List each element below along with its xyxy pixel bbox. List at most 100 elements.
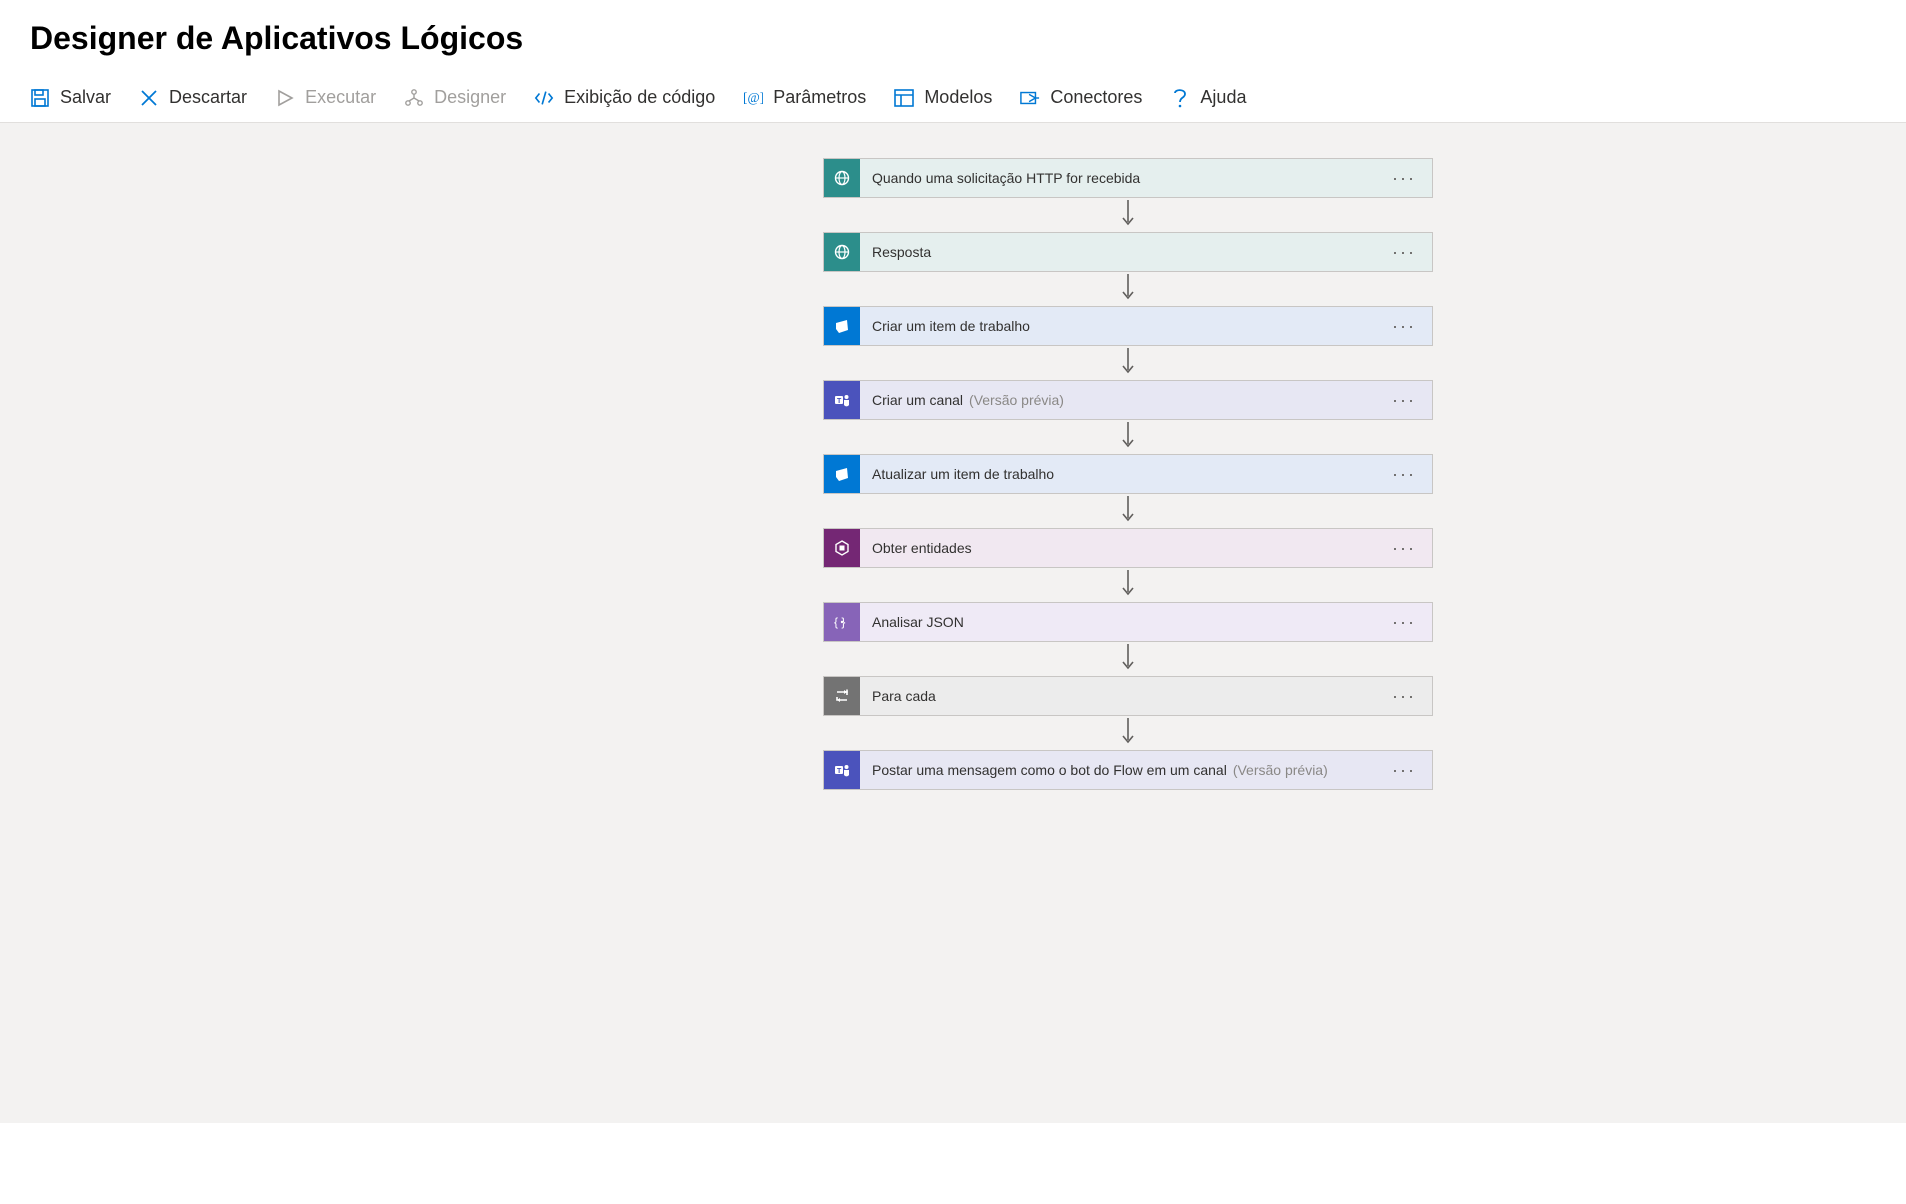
step-body: Para cada ···	[860, 677, 1432, 715]
step-preview-badge: (Versão prévia)	[1233, 762, 1328, 778]
workflow-step[interactable]: Quando uma solicitação HTTP for recebida…	[823, 158, 1433, 198]
workflow-step[interactable]: Resposta ···	[823, 232, 1433, 272]
http-request-icon	[824, 159, 860, 197]
help-icon	[1170, 88, 1190, 108]
flow-arrow-icon[interactable]	[1119, 272, 1137, 306]
parameters-label: Parâmetros	[773, 87, 866, 108]
step-label-wrap: Criar um canal (Versão prévia)	[872, 392, 1064, 408]
step-more-menu[interactable]: ···	[1388, 760, 1420, 781]
connectors-label: Conectores	[1050, 87, 1142, 108]
flow-arrow-icon[interactable]	[1119, 642, 1137, 676]
step-label-wrap: Obter entidades	[872, 540, 972, 556]
azure-devops-icon	[824, 455, 860, 493]
step-more-menu[interactable]: ···	[1388, 390, 1420, 411]
flow-arrow-icon[interactable]	[1119, 716, 1137, 750]
run-button: Executar	[275, 87, 376, 108]
step-label: Criar um canal	[872, 392, 963, 408]
workflow-step[interactable]: Criar um item de trabalho ···	[823, 306, 1433, 346]
svg-text:[@]: [@]	[743, 90, 763, 105]
step-label: Obter entidades	[872, 540, 972, 556]
flow-arrow-icon[interactable]	[1119, 346, 1137, 380]
templates-icon	[894, 88, 914, 108]
parameters-icon: [@]	[743, 88, 763, 108]
workflow-step[interactable]: Atualizar um item de trabalho ···	[823, 454, 1433, 494]
page-header: Designer de Aplicativos Lógicos	[0, 0, 1906, 67]
step-label: Criar um item de trabalho	[872, 318, 1030, 334]
step-body: Criar um canal (Versão prévia) ···	[860, 381, 1432, 419]
svg-text:{ }: { }	[834, 615, 845, 629]
save-icon	[30, 88, 50, 108]
designer-label: Designer	[434, 87, 506, 108]
step-body: Atualizar um item de trabalho ···	[860, 455, 1432, 493]
workflow-step[interactable]: T Postar uma mensagem como o bot do Flow …	[823, 750, 1433, 790]
save-button[interactable]: Salvar	[30, 87, 111, 108]
azure-devops-icon	[824, 307, 860, 345]
code-icon	[534, 88, 554, 108]
code-view-button[interactable]: Exibição de código	[534, 87, 715, 108]
flow-arrow-icon[interactable]	[1119, 568, 1137, 602]
step-more-menu[interactable]: ···	[1388, 612, 1420, 633]
flow-arrow-icon[interactable]	[1119, 420, 1137, 454]
step-more-menu[interactable]: ···	[1388, 686, 1420, 707]
workflow-step[interactable]: { } Analisar JSON ···	[823, 602, 1433, 642]
svg-text:T: T	[837, 768, 842, 775]
step-label-wrap: Para cada	[872, 688, 936, 704]
luis-icon	[824, 529, 860, 567]
teams-icon: T	[824, 381, 860, 419]
discard-icon	[139, 88, 159, 108]
designer-canvas[interactable]: Quando uma solicitação HTTP for recebida…	[0, 123, 1906, 1123]
step-body: Quando uma solicitação HTTP for recebida…	[860, 159, 1432, 197]
http-response-icon	[824, 233, 860, 271]
designer-icon	[404, 88, 424, 108]
workflow-step[interactable]: Para cada ···	[823, 676, 1433, 716]
step-label-wrap: Criar um item de trabalho	[872, 318, 1030, 334]
step-label-wrap: Analisar JSON	[872, 614, 964, 630]
connectors-button[interactable]: Conectores	[1020, 87, 1142, 108]
step-label: Atualizar um item de trabalho	[872, 466, 1054, 482]
step-label: Para cada	[872, 688, 936, 704]
step-more-menu[interactable]: ···	[1388, 242, 1420, 263]
discard-button[interactable]: Descartar	[139, 87, 247, 108]
step-more-menu[interactable]: ···	[1388, 316, 1420, 337]
step-label-wrap: Postar uma mensagem como o bot do Flow e…	[872, 762, 1328, 778]
help-label: Ajuda	[1200, 87, 1246, 108]
workflow-container: Quando uma solicitação HTTP for recebida…	[0, 158, 1906, 790]
step-body: Resposta ···	[860, 233, 1432, 271]
step-body: Criar um item de trabalho ···	[860, 307, 1432, 345]
workflow-step[interactable]: T Criar um canal (Versão prévia) ···	[823, 380, 1433, 420]
connectors-icon	[1020, 88, 1040, 108]
toolbar: Salvar Descartar Executar	[0, 67, 1906, 123]
step-more-menu[interactable]: ···	[1388, 538, 1420, 559]
code-view-label: Exibição de código	[564, 87, 715, 108]
flow-arrow-icon[interactable]	[1119, 494, 1137, 528]
step-label: Resposta	[872, 244, 931, 260]
flow-arrow-icon[interactable]	[1119, 198, 1137, 232]
parameters-button[interactable]: [@] Parâmetros	[743, 87, 866, 108]
json-icon: { }	[824, 603, 860, 641]
step-body: Postar uma mensagem como o bot do Flow e…	[860, 751, 1432, 789]
run-icon	[275, 88, 295, 108]
save-label: Salvar	[60, 87, 111, 108]
foreach-icon	[824, 677, 860, 715]
templates-label: Modelos	[924, 87, 992, 108]
step-label-wrap: Atualizar um item de trabalho	[872, 466, 1054, 482]
step-label: Postar uma mensagem como o bot do Flow e…	[872, 762, 1227, 778]
step-label-wrap: Resposta	[872, 244, 931, 260]
designer-button: Designer	[404, 87, 506, 108]
svg-text:T: T	[837, 398, 842, 405]
step-more-menu[interactable]: ···	[1388, 168, 1420, 189]
step-preview-badge: (Versão prévia)	[969, 392, 1064, 408]
step-body: Analisar JSON ···	[860, 603, 1432, 641]
step-label-wrap: Quando uma solicitação HTTP for recebida	[872, 170, 1140, 186]
step-label: Analisar JSON	[872, 614, 964, 630]
help-button[interactable]: Ajuda	[1170, 87, 1246, 108]
discard-label: Descartar	[169, 87, 247, 108]
step-body: Obter entidades ···	[860, 529, 1432, 567]
step-more-menu[interactable]: ···	[1388, 464, 1420, 485]
teams-icon: T	[824, 751, 860, 789]
run-label: Executar	[305, 87, 376, 108]
workflow-step[interactable]: Obter entidades ···	[823, 528, 1433, 568]
page-title: Designer de Aplicativos Lógicos	[30, 20, 1876, 57]
templates-button[interactable]: Modelos	[894, 87, 992, 108]
step-label: Quando uma solicitação HTTP for recebida	[872, 170, 1140, 186]
